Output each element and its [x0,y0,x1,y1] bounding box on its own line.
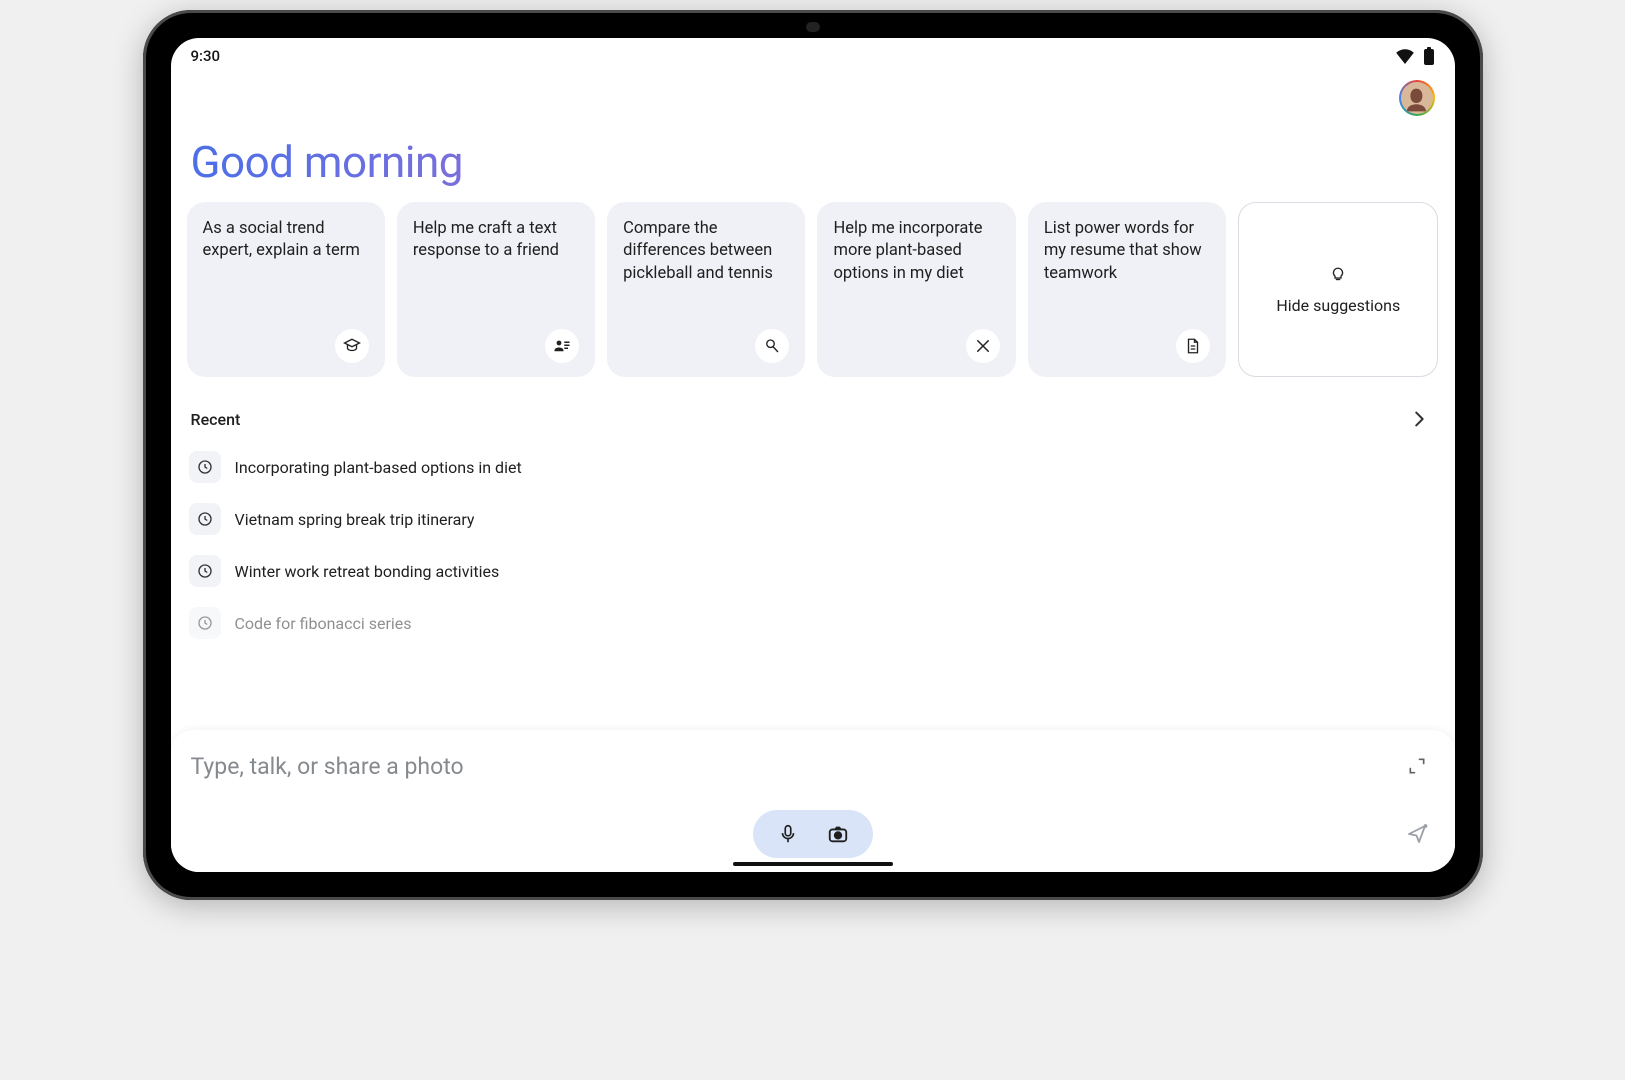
prompt-input[interactable] [191,753,1399,780]
document-icon [1176,329,1210,363]
navigation-handle[interactable] [733,862,893,866]
camera-notch [806,22,820,32]
profile-avatar[interactable] [1399,80,1435,116]
recent-label: Vietnam spring break trip itinerary [235,510,475,529]
composer [171,730,1455,872]
dining-icon [966,329,1000,363]
suggestion-text: List power words for my resume that show… [1044,218,1210,285]
hide-suggestions-label: Hide suggestions [1276,295,1400,317]
recent-item[interactable]: Incorporating plant-based options in die… [187,445,1439,489]
input-mode-pill [753,810,873,858]
history-icon [189,451,221,483]
send-icon [1405,822,1429,846]
contact-icon [545,329,579,363]
expand-icon [1407,756,1427,776]
header-row [171,74,1455,116]
expand-button[interactable] [1399,748,1435,784]
lightbulb-icon [1328,265,1348,285]
history-icon [189,607,221,639]
suggestion-cards: As a social trend expert, explain a term… [187,202,1439,377]
suggestion-card[interactable]: Help me craft a text response to a frien… [397,202,595,377]
recent-label: Winter work retreat bonding activities [235,562,500,581]
history-icon [189,503,221,535]
wifi-icon [1395,48,1415,64]
suggestion-card[interactable]: Compare the differences between pickleba… [607,202,805,377]
suggestion-card[interactable]: Help me incorporate more plant-based opt… [817,202,1015,377]
recent-label: Incorporating plant-based options in die… [235,458,522,477]
suggestion-card[interactable]: List power words for my resume that show… [1028,202,1226,377]
battery-icon [1423,47,1435,65]
avatar-image [1401,82,1433,114]
recent-title: Recent [191,410,241,429]
hide-suggestions-button[interactable]: Hide suggestions [1238,202,1438,377]
camera-icon [827,823,849,845]
recent-item[interactable]: Code for fibonacci series [187,601,1439,645]
status-bar: 9:30 [171,38,1455,74]
education-icon [335,329,369,363]
chevron-right-icon [1408,408,1430,430]
recent-expand-button[interactable] [1403,403,1435,435]
send-button[interactable] [1399,816,1435,852]
camera-input-button[interactable] [827,823,849,845]
sport-icon [755,329,789,363]
microphone-icon [777,823,799,845]
suggestion-text: Help me incorporate more plant-based opt… [833,218,999,285]
suggestion-text: Compare the differences between pickleba… [623,218,789,285]
recent-list: Incorporating plant-based options in die… [187,445,1439,645]
voice-input-button[interactable] [777,823,799,845]
suggestion-text: Help me craft a text response to a frien… [413,218,579,263]
screen: 9:30 Good morning As a social [171,38,1455,872]
recent-item[interactable]: Vietnam spring break trip itinerary [187,497,1439,541]
status-time: 9:30 [191,47,221,65]
history-icon [189,555,221,587]
suggestion-card[interactable]: As a social trend expert, explain a term [187,202,385,377]
recent-header: Recent [187,403,1439,435]
suggestion-text: As a social trend expert, explain a term [203,218,369,263]
recent-item[interactable]: Winter work retreat bonding activities [187,549,1439,593]
tablet-device-frame: 9:30 Good morning As a social [143,10,1483,900]
greeting-text: Good morning [187,136,1439,188]
recent-label: Code for fibonacci series [235,614,412,633]
